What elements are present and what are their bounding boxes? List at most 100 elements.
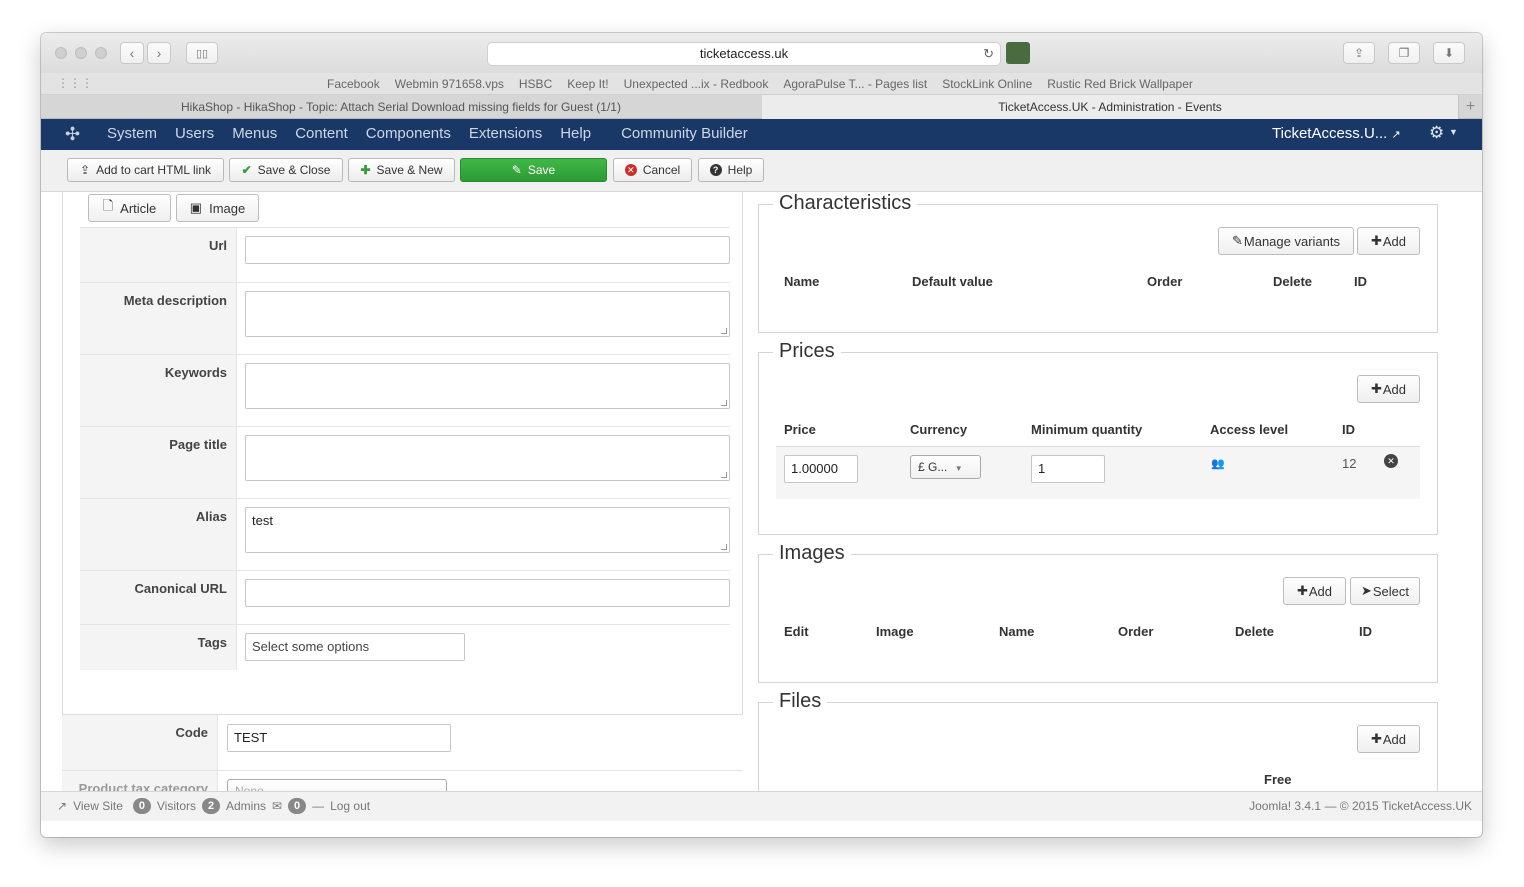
images-fieldset: Images ✚ Add ➤ Select Edit Image Name Orde… [758,542,1438,683]
tab-ticketaccess[interactable]: TicketAccess.UK - Administration - Event… [762,95,1458,119]
save-close-button[interactable]: ✔ Save & Close [229,158,343,182]
gear-icon[interactable]: ⚙ [1429,123,1444,143]
min-qty-input[interactable]: 1 [1031,455,1105,483]
minus-icon: — [312,799,325,813]
cancel-button[interactable]: ✕ Cancel [613,158,692,182]
browser-window: ‹ › ▯▯ ticketaccess.uk ↻ ⇪ ❐ ⬇ ⋮⋮⋮ Faceb… [41,33,1482,837]
col-image-id: ID [1359,624,1372,639]
menu-help[interactable]: Help [560,125,591,142]
help-button[interactable]: ? Help [698,158,764,182]
logout-link[interactable]: Log out [330,799,370,813]
bookmark-item[interactable]: HSBC [519,77,552,91]
save-new-button[interactable]: ✚ Save & New [348,158,455,182]
tabs-overview-button[interactable]: ❐ [1388,42,1420,64]
article-button[interactable]: 🗋 Article [88,194,171,222]
close-window-button[interactable] [55,47,67,59]
action-toolbar: ⇪ Add to cart HTML link ✔ Save & Close ✚ Sa… [41,150,1482,192]
alias-textarea[interactable]: test [245,507,730,553]
caret-down-icon[interactable]: ▼ [1449,127,1458,137]
canonical-url-row: Canonical URL [80,570,730,624]
downloads-button[interactable]: ⬇ [1433,42,1465,64]
meta-description-label: Meta description [80,283,237,354]
visitors-label: Visitors [156,799,196,813]
forward-button[interactable]: › [147,42,171,64]
external-link-icon: ↗ [57,799,68,813]
menu-community-builder[interactable]: Community Builder [621,125,748,142]
currency-select[interactable]: £ G... ▼ [910,455,981,479]
characteristics-add-button[interactable]: ✚ Add [1357,227,1420,255]
delete-price-icon[interactable]: ✕ [1384,454,1398,468]
pencil-icon: ✎ [1231,233,1243,248]
page-title-textarea[interactable] [245,435,730,481]
address-bar[interactable]: ticketaccess.uk ↻ [487,42,1001,66]
menu-extensions[interactable]: Extensions [469,125,542,142]
characteristics-add-label: Add [1382,233,1407,249]
col-free: Free [1264,772,1292,787]
menu-users[interactable]: Users [175,125,214,142]
users-icon[interactable]: 👥 [1211,457,1225,470]
save-label: Save [527,163,556,177]
menu-menus[interactable]: Menus [232,125,277,142]
files-add-button[interactable]: ✚ Add [1357,725,1420,753]
site-link[interactable]: TicketAccess.U... ↗ [1272,125,1401,142]
share-icon: ⇪ [1353,46,1365,60]
url-label: Url [80,228,237,282]
zoom-window-button[interactable] [95,47,107,59]
price-row: 1.00000 £ G... ▼ 1 👥 12 ✕ [776,446,1420,499]
prices-fieldset: Prices ✚ Add Price Currency Minimum quant… [758,340,1438,535]
minimize-window-button[interactable] [75,47,87,59]
manage-variants-button[interactable]: ✎ Manage variants [1218,227,1354,255]
images-select-button[interactable]: ➤ Select [1350,577,1420,605]
tags-select[interactable]: Select some options [245,633,465,661]
apps-grid-icon[interactable]: ⋮⋮⋮ [57,76,93,90]
tab-hikashop[interactable]: HikaShop - HikaShop - Topic: Attach Seri… [41,95,761,119]
prices-add-button[interactable]: ✚ Add [1357,375,1420,403]
add-to-cart-html-button[interactable]: ⇪ Add to cart HTML link [67,158,224,182]
question-icon: ? [709,164,722,176]
reload-icon[interactable]: ↻ [983,43,994,65]
col-minimum-quantity: Minimum quantity [1031,422,1143,437]
meta-description-textarea[interactable] [245,291,730,337]
tax-category-select[interactable]: None [227,779,447,791]
keywords-row: Keywords [80,354,730,426]
url-input[interactable] [245,236,730,264]
images-legend: Images [773,542,851,565]
joomla-logo-icon[interactable]: ✣ [65,124,80,145]
sidebar-toggle-button[interactable]: ▯▯ [186,42,218,64]
bookmark-item[interactable]: Keep It! [567,77,608,91]
menu-content[interactable]: Content [295,125,348,142]
bookmark-item[interactable]: Rustic Red Brick Wallpaper [1047,77,1193,91]
save-close-label: Save & Close [257,163,331,177]
plus-icon: ✚ [1370,233,1382,248]
keywords-textarea[interactable] [245,363,730,409]
back-button[interactable]: ‹ [120,42,144,64]
bookmark-item[interactable]: Facebook [327,77,380,91]
code-input[interactable]: TEST [227,724,451,752]
envelope-icon[interactable]: ✉ [272,799,282,813]
characteristics-legend: Characteristics [773,192,918,215]
bookmark-item[interactable]: Webmin 971658.vps [395,77,504,91]
prices-legend: Prices [773,340,841,363]
bookmark-item[interactable]: Unexpected ...ix - Redbook [624,77,769,91]
view-site-link[interactable]: View Site [73,799,123,813]
image-button[interactable]: ▣ Image [176,194,259,222]
share-button[interactable]: ⇪ [1343,42,1375,64]
images-add-label: Add [1308,583,1333,599]
menu-system[interactable]: System [107,125,157,142]
meta-description-row: Meta description [80,282,730,354]
bookmark-item[interactable]: AgoraPulse T... - Pages list [783,77,927,91]
files-legend: Files [773,690,828,713]
page-title-label: Page title [80,427,237,498]
menu-components[interactable]: Components [366,125,451,142]
extension-icon[interactable] [1006,42,1030,64]
new-tab-button[interactable]: + [1458,95,1482,119]
prices-add-label: Add [1382,381,1407,397]
bookmark-item[interactable]: StockLink Online [942,77,1032,91]
price-id: 12 [1342,456,1357,471]
save-button[interactable]: ✎ Save [460,158,607,182]
canonical-url-input[interactable] [245,579,730,607]
chevron-right-icon: › [156,45,162,61]
images-add-button[interactable]: ✚ Add [1283,577,1346,605]
messages-badge[interactable]: 0 [288,798,307,814]
price-input[interactable]: 1.00000 [784,455,858,483]
